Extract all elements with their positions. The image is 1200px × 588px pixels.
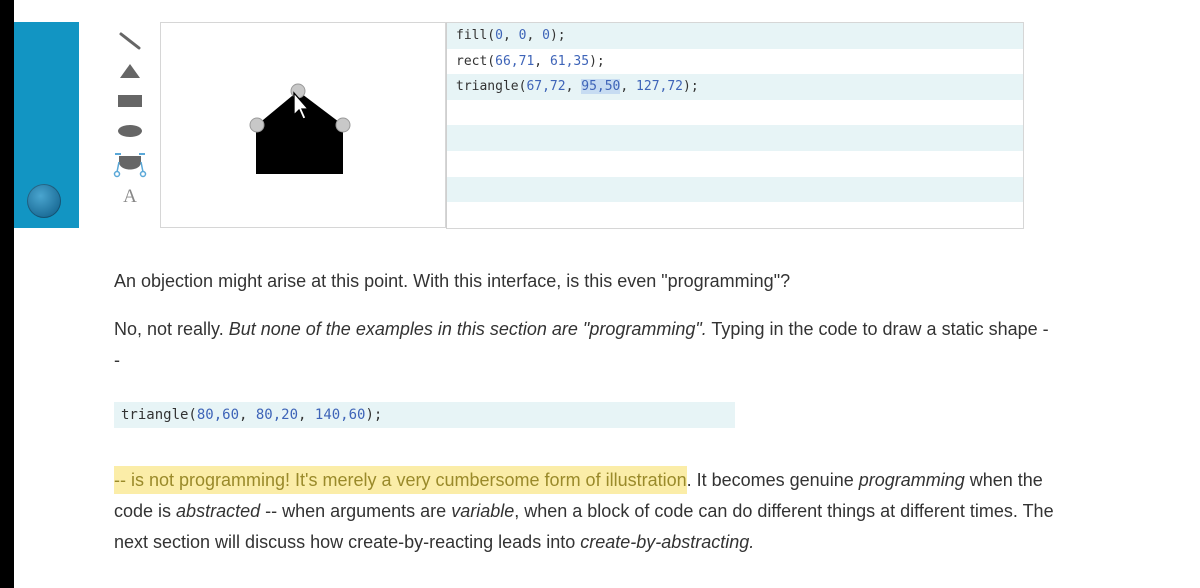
avatar-icon[interactable] [27, 184, 61, 218]
code-line[interactable] [447, 202, 1023, 228]
code-line[interactable] [447, 100, 1023, 126]
code-line[interactable]: rect(66,71, 61,35); [447, 49, 1023, 75]
highlighted-text: -- is not programming! It's merely a ver… [114, 466, 687, 494]
triangle-tool-icon[interactable] [110, 60, 150, 82]
rectangle-tool-icon[interactable] [110, 90, 150, 112]
paragraph: No, not really. But none of the examples… [114, 319, 1049, 370]
drawing-toolbar: A [110, 26, 150, 216]
text-tool-icon[interactable]: A [110, 186, 150, 208]
code-line[interactable] [447, 151, 1023, 177]
drawing-canvas[interactable] [160, 22, 446, 228]
paragraph: An objection might arise at this point. … [114, 271, 791, 291]
line-tool-icon[interactable] [110, 30, 150, 52]
code-line[interactable] [447, 176, 1023, 203]
selected-argument: 95,50 [581, 79, 621, 95]
curve-tool-icon[interactable] [110, 150, 150, 180]
code-editor[interactable]: fill(0, 0, 0); rect(66,71, 61,35); trian… [446, 22, 1024, 229]
canvas-shape [249, 83, 351, 174]
code-line[interactable]: triangle(67,72, 95,50, 127,72); [447, 74, 1023, 100]
ellipse-tool-icon[interactable] [110, 120, 150, 142]
code-snippet: triangle(80,60, 80,20, 140,60); [114, 402, 735, 428]
code-line[interactable]: fill(0, 0, 0); [447, 23, 1023, 49]
left-border [0, 0, 14, 588]
code-line[interactable] [447, 125, 1023, 151]
paragraph: -- is not programming! It's merely a ver… [114, 465, 1054, 558]
